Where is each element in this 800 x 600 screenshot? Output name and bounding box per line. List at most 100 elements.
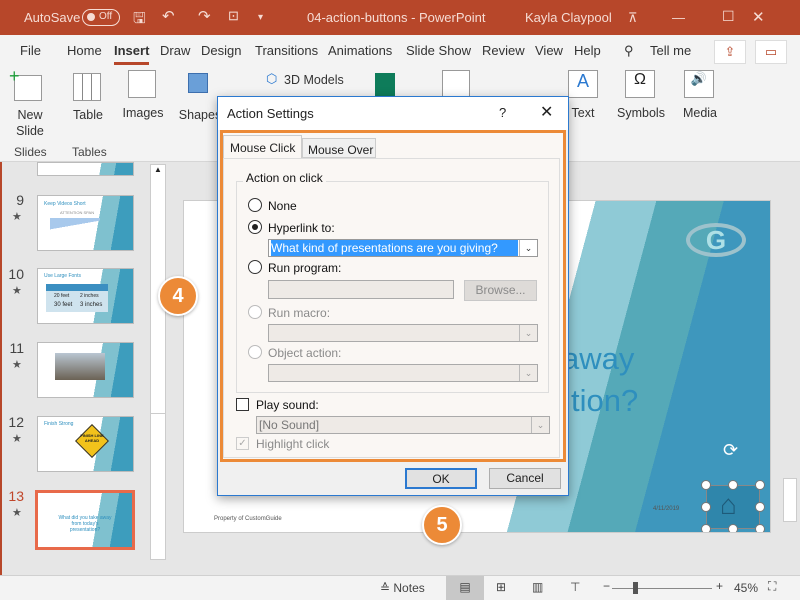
run-program-input[interactable] bbox=[268, 280, 454, 299]
notes-button[interactable]: ≙ Notes bbox=[380, 581, 425, 595]
redo-icon[interactable]: ↷ bbox=[198, 7, 211, 25]
browse-button[interactable]: Browse... bbox=[464, 280, 537, 301]
tab-review[interactable]: Review bbox=[482, 43, 525, 58]
zoom-slider-thumb[interactable] bbox=[632, 582, 638, 594]
scroll-up-icon[interactable]: ▲ bbox=[151, 165, 165, 181]
share-button[interactable]: ⇪ bbox=[714, 40, 746, 64]
comments-button[interactable]: ▭ bbox=[755, 40, 787, 64]
tab-insert[interactable]: Insert bbox=[114, 43, 150, 65]
zoom-in-button[interactable]: + bbox=[716, 579, 723, 593]
help-button[interactable]: ? bbox=[499, 105, 506, 120]
media-button[interactable]: Media bbox=[678, 105, 722, 121]
tab-home[interactable]: Home bbox=[67, 43, 102, 58]
radio-run-program[interactable] bbox=[248, 260, 262, 274]
resize-handle[interactable] bbox=[755, 480, 765, 490]
fit-slide-button[interactable]: ⛶ bbox=[768, 579, 776, 594]
play-sound-checkbox[interactable] bbox=[236, 398, 249, 411]
tab-file[interactable]: File bbox=[20, 43, 41, 58]
slideshow-button[interactable]: ⊤ bbox=[570, 580, 580, 594]
images-button[interactable]: Images bbox=[120, 105, 166, 121]
object-action-dropdown[interactable]: ⌄ bbox=[268, 364, 538, 382]
shapes-button[interactable]: Shapes bbox=[178, 107, 222, 123]
resize-handle[interactable] bbox=[728, 524, 738, 532]
user-name[interactable]: Kayla Claypool bbox=[525, 10, 612, 25]
resize-handle[interactable] bbox=[755, 524, 765, 532]
slide-thumbnail-10[interactable]: Use Large Fonts 20 feet 2 inches 30 feet… bbox=[37, 268, 134, 324]
home-icon: ⌂ bbox=[720, 489, 737, 520]
radio-object-action[interactable] bbox=[248, 345, 262, 359]
tab-slide-show[interactable]: Slide Show bbox=[406, 43, 471, 58]
slide-number: 12 bbox=[8, 414, 24, 430]
autosave-toggle[interactable]: Off bbox=[82, 9, 120, 26]
hyperlink-dropdown[interactable]: What kind of presentations are you givin… bbox=[268, 239, 538, 257]
title-bar: AutoSave Off 🖫 ↶ ↷ ⊡ ▾ 04-action-buttons… bbox=[0, 0, 800, 35]
hyperlink-label[interactable]: Hyperlink to: bbox=[268, 221, 335, 235]
run-macro-dropdown[interactable]: ⌄ bbox=[268, 324, 538, 342]
tab-draw[interactable]: Draw bbox=[160, 43, 190, 58]
tell-me[interactable]: Tell me bbox=[650, 43, 691, 58]
play-sound-label[interactable]: Play sound: bbox=[256, 398, 319, 412]
3d-models-icon: ⬡ bbox=[266, 71, 278, 86]
table-button[interactable]: Table bbox=[66, 107, 110, 123]
cancel-button[interactable]: Cancel bbox=[489, 468, 561, 489]
radio-run-macro[interactable] bbox=[248, 305, 262, 319]
zoom-slider[interactable] bbox=[612, 588, 712, 589]
slide-thumbnail-13[interactable]: What did you take away from today's pres… bbox=[35, 490, 135, 550]
normal-view-button[interactable]: ▤ bbox=[446, 576, 484, 600]
step-callout-5: 5 bbox=[422, 505, 462, 545]
tab-help[interactable]: Help bbox=[574, 43, 601, 58]
slide-thumbnail-11[interactable] bbox=[37, 342, 134, 398]
slide-thumbnail-9[interactable]: Keep Videos Short ATTENTION SPAN bbox=[37, 195, 134, 251]
chevron-down-icon[interactable]: ⌄ bbox=[519, 240, 537, 256]
ribbon-tabs: File Home Insert Draw Design Transitions… bbox=[0, 35, 800, 65]
tab-transitions[interactable]: Transitions bbox=[255, 43, 318, 58]
present-icon[interactable]: ⊡ bbox=[228, 8, 239, 24]
slide-title-line2[interactable]: tion? bbox=[571, 383, 638, 419]
status-bar: ≙ Notes ▤ ⊞ ▥ ⊤ − + 45% ⛶ bbox=[0, 575, 800, 600]
tab-animations[interactable]: Animations bbox=[328, 43, 392, 58]
radio-none[interactable] bbox=[248, 198, 262, 212]
symbols-button[interactable]: Symbols bbox=[614, 105, 668, 121]
editor-scrollbar[interactable] bbox=[783, 478, 797, 522]
resize-handle[interactable] bbox=[728, 480, 738, 490]
ok-button[interactable]: OK bbox=[405, 468, 477, 489]
none-label[interactable]: None bbox=[268, 199, 297, 213]
search-icon[interactable]: ⚲ bbox=[624, 43, 634, 59]
run-program-label[interactable]: Run program: bbox=[268, 261, 341, 275]
highlight-click-label: Highlight click bbox=[256, 437, 330, 451]
text-button[interactable]: Text bbox=[568, 105, 598, 121]
radio-hyperlink[interactable] bbox=[248, 220, 262, 234]
home-action-button[interactable]: ⌂ bbox=[706, 485, 760, 529]
slide-thumbnail-12[interactable]: Finish Strong FINISH LINE AHEAD bbox=[37, 416, 134, 472]
tab-design[interactable]: Design bbox=[201, 43, 241, 58]
slide-thumbnail-8[interactable] bbox=[37, 162, 134, 176]
slide-sorter-button[interactable]: ⊞ bbox=[496, 580, 506, 594]
ribbon-display-icon[interactable]: ⊼ bbox=[628, 10, 638, 26]
resize-handle[interactable] bbox=[755, 502, 765, 512]
minimize-icon[interactable]: — bbox=[672, 10, 685, 25]
zoom-level[interactable]: 45% bbox=[734, 581, 758, 595]
chevron-down-icon: ⌄ bbox=[519, 365, 537, 381]
close-icon[interactable]: ✕ bbox=[752, 8, 765, 26]
thumbnail-scrollbar[interactable]: ▲ bbox=[150, 164, 166, 560]
undo-icon[interactable]: ↶ bbox=[162, 7, 175, 25]
3d-models-button[interactable]: 3D Models bbox=[284, 72, 344, 88]
tab-mouse-over[interactable]: Mouse Over bbox=[302, 138, 376, 158]
rotate-handle-icon[interactable]: ⟳ bbox=[723, 440, 738, 461]
maximize-icon[interactable]: ☐ bbox=[722, 8, 735, 25]
slide-thumbnail-pane: 9 ★ Keep Videos Short ATTENTION SPAN 10 ★ U… bbox=[0, 162, 170, 575]
new-slide-button[interactable]: New Slide bbox=[8, 107, 52, 139]
resize-handle[interactable] bbox=[701, 524, 711, 532]
save-icon[interactable]: 🖫 bbox=[133, 8, 146, 33]
dialog-close-button[interactable]: ✕ bbox=[540, 102, 553, 122]
customize-qat-icon[interactable]: ▾ bbox=[258, 12, 263, 23]
resize-handle[interactable] bbox=[701, 502, 711, 512]
highlight-click-checkbox[interactable]: ✓ bbox=[236, 437, 249, 450]
zoom-out-button[interactable]: − bbox=[603, 579, 610, 593]
tab-mouse-click[interactable]: Mouse Click bbox=[223, 135, 302, 158]
reading-view-button[interactable]: ▥ bbox=[532, 580, 543, 594]
tab-view[interactable]: View bbox=[535, 43, 563, 58]
sound-dropdown[interactable]: [No Sound] ⌄ bbox=[256, 416, 550, 434]
slide-title-line1[interactable]: away bbox=[562, 341, 634, 377]
resize-handle[interactable] bbox=[701, 480, 711, 490]
